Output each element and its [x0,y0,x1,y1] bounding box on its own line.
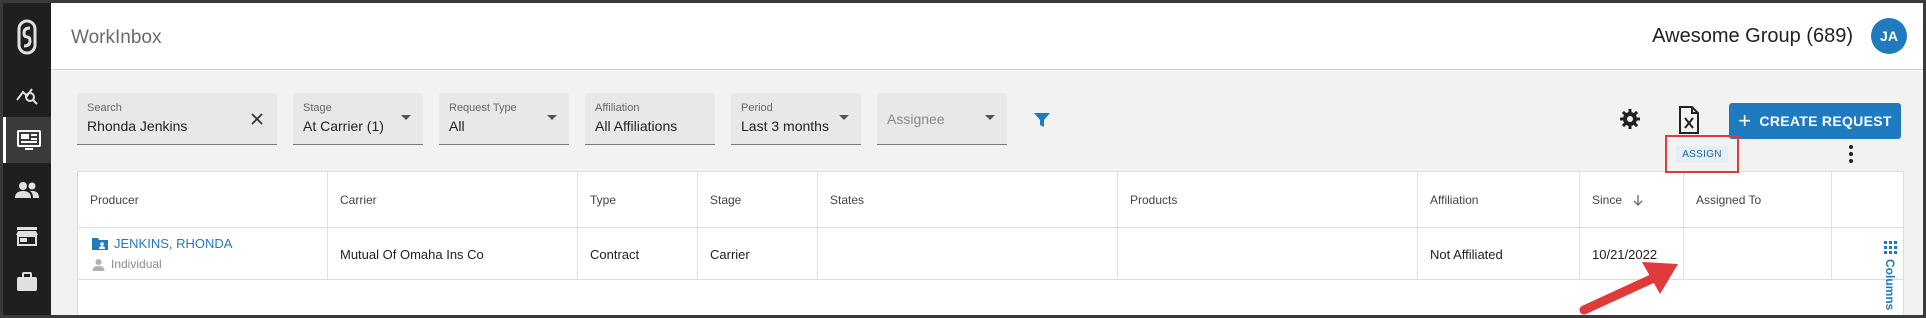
cell-producer: JENKINS, RHONDA Individual [78,228,328,280]
search-label: Search [87,102,122,114]
period-select[interactable]: Period Last 3 months [731,93,861,145]
filter-icon[interactable] [1033,111,1051,129]
request-type-value: All [449,118,465,134]
excel-export-icon[interactable] [1678,106,1700,134]
cell-products [1118,228,1418,280]
cell-states [818,228,1118,280]
callout-arrow-icon [1579,262,1678,315]
cell-type: Contract [578,228,698,280]
sidebar-item-store[interactable] [3,213,51,259]
column-header-stage[interactable]: Stage [698,172,818,228]
period-label: Period [741,102,773,114]
assignee-placeholder: Assignee [887,111,945,127]
cell-assigned-to [1684,228,1832,280]
column-header-producer[interactable]: Producer [78,172,328,228]
create-request-button[interactable]: + CREATE REQUEST [1729,103,1901,139]
sidebar-item-people[interactable] [3,167,51,213]
column-header-products[interactable]: Products [1118,172,1418,228]
cell-affiliation: Not Affiliated [1418,228,1580,280]
columns-icon[interactable] [1884,241,1898,255]
affiliation-select[interactable]: Affiliation All Affiliations [585,93,715,145]
column-header-states[interactable]: States [818,172,1118,228]
page-title: WorkInbox [71,27,162,48]
people-icon [15,182,39,198]
group-name[interactable]: Awesome Group (689) [1652,25,1853,48]
chevron-down-icon [985,115,995,120]
producer-name: JENKINS, RHONDA [114,236,233,251]
create-request-label: CREATE REQUEST [1759,113,1892,129]
affiliation-value: All Affiliations [595,118,678,134]
app-window: WorkInbox Awesome Group (689) JA Search … [0,0,1926,318]
stage-label: Stage [303,102,332,114]
search-input[interactable]: Search Rhonda Jenkins [77,93,277,145]
column-header-type[interactable]: Type [578,172,698,228]
assign-button[interactable]: ASSIGN [1676,145,1728,163]
store-icon [16,227,38,246]
more-options-icon[interactable] [1841,139,1861,169]
assignee-select[interactable]: Assignee [877,93,1007,145]
producer-type-label: Individual [111,257,162,271]
assign-highlight: ASSIGN [1665,135,1739,173]
stage-value: At Carrier (1) [303,118,384,134]
close-icon[interactable] [249,111,265,127]
sidebar-item-workinbox[interactable] [3,117,51,163]
plus-icon: + [1738,108,1752,133]
producer-type: Individual [92,257,162,271]
app-logo-icon[interactable] [3,13,51,61]
briefcase-icon [17,272,37,291]
request-type-label: Request Type [449,102,517,114]
folder-person-icon [92,238,108,250]
column-header-carrier[interactable]: Carrier [328,172,578,228]
sidebar [3,3,51,315]
table-header: Producer Carrier Type Stage States Produ… [78,172,1903,228]
avatar[interactable]: JA [1871,18,1907,54]
search-value[interactable]: Rhonda Jenkins [87,118,187,134]
cell-carrier: Mutual Of Omaha Ins Co [328,228,578,280]
column-header-since[interactable]: Since [1580,172,1684,228]
sidebar-item-briefcase[interactable] [3,259,51,305]
column-header-affiliation[interactable]: Affiliation [1418,172,1580,228]
arrow-down-icon [1633,195,1643,206]
actions-header [1832,172,1905,228]
period-value: Last 3 months [741,118,829,134]
request-type-select[interactable]: Request Type All [439,93,569,145]
cell-stage: Carrier [698,228,818,280]
chevron-down-icon [401,115,411,120]
person-icon [92,258,105,271]
affiliation-label: Affiliation [595,102,640,114]
chevron-down-icon [547,115,557,120]
stage-select[interactable]: Stage At Carrier (1) [293,93,423,145]
columns-tab[interactable]: Columns [1883,259,1897,310]
since-label: Since [1592,193,1623,207]
top-header: WorkInbox Awesome Group (689) JA [51,3,1923,70]
workinbox-icon [16,130,41,150]
sidebar-item-analytics[interactable] [3,71,51,117]
gear-icon[interactable] [1619,108,1641,130]
analytics-icon [16,88,38,105]
chevron-down-icon [839,115,849,120]
producer-link[interactable]: JENKINS, RHONDA [92,236,232,251]
column-header-assigned-to[interactable]: Assigned To [1684,172,1832,228]
